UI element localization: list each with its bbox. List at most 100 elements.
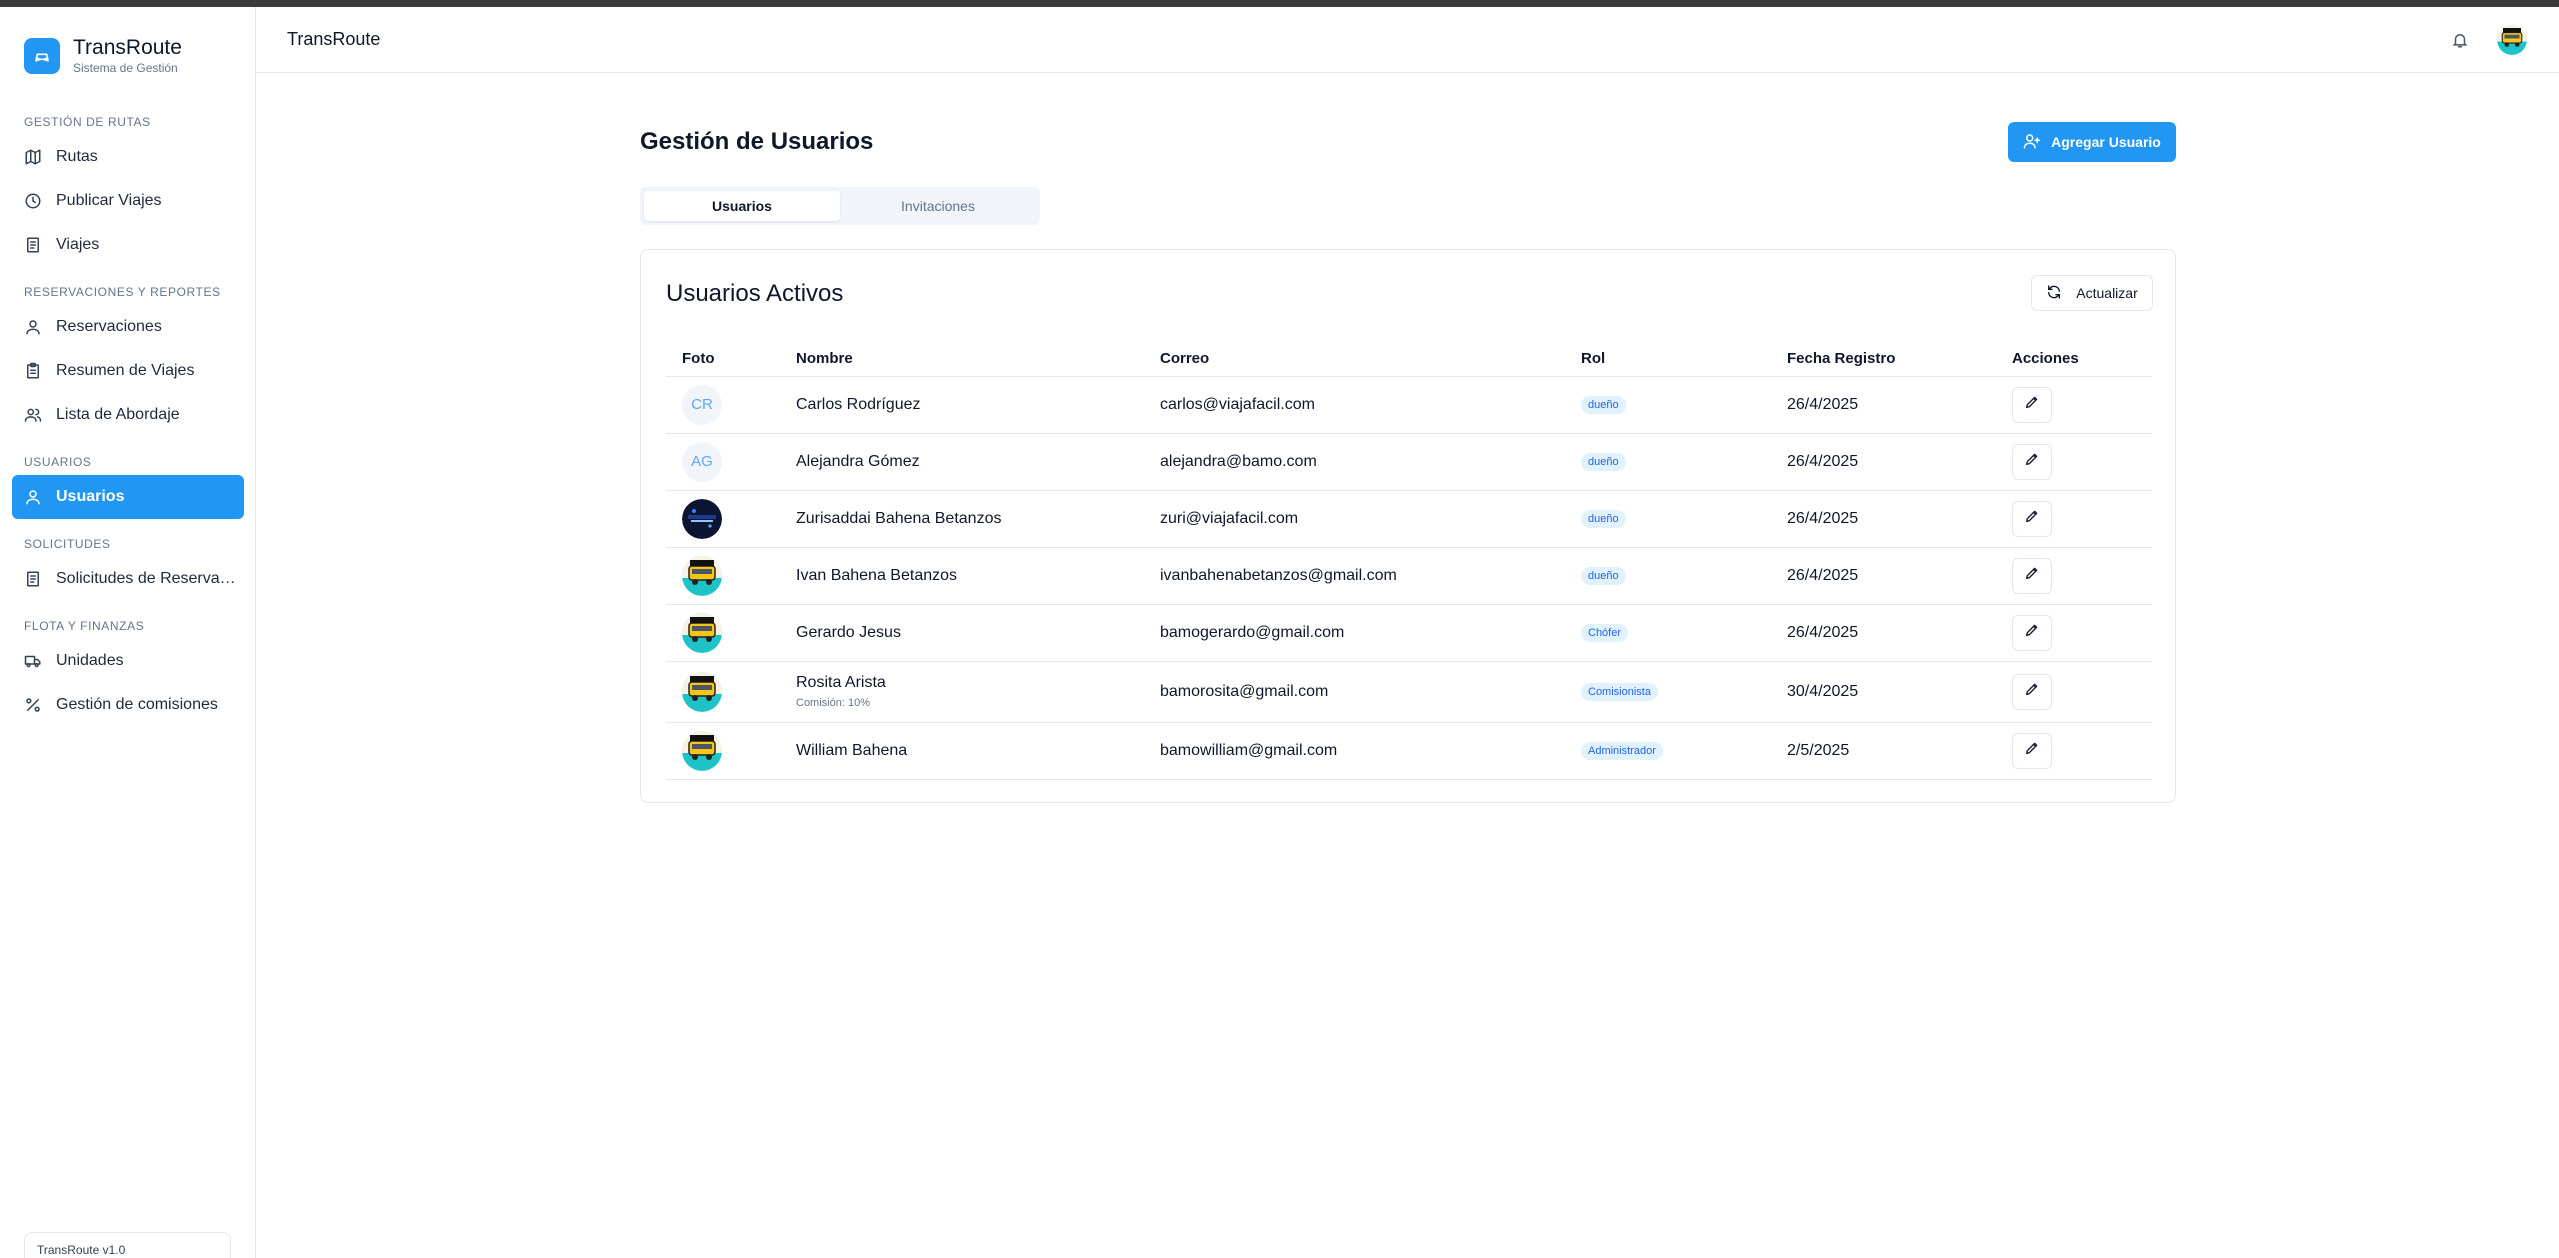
column-header-foto: Foto bbox=[666, 342, 780, 377]
bamo-logo-photo bbox=[682, 555, 722, 596]
user-name: Carlos Rodríguez bbox=[780, 376, 1144, 434]
sidebar-item-rutas[interactable]: Rutas bbox=[12, 135, 244, 179]
user-email: bamogerardo@gmail.com bbox=[1144, 604, 1565, 662]
add-user-label: Agregar Usuario bbox=[2051, 134, 2161, 150]
sidebar-item-label: Rutas bbox=[56, 148, 98, 165]
edit-button[interactable] bbox=[2012, 673, 2052, 710]
role-badge: dueño bbox=[1581, 396, 1626, 414]
bamo-logo-photo bbox=[682, 612, 722, 653]
clock-icon bbox=[24, 192, 42, 210]
sidebar-item-reservaciones[interactable]: Reservaciones bbox=[12, 305, 244, 349]
user-name: William Bahena bbox=[780, 722, 1144, 780]
sidebar-item-label: Usuarios bbox=[56, 488, 125, 505]
role-badge: dueño bbox=[1581, 567, 1626, 585]
edit-button[interactable] bbox=[2012, 443, 2052, 480]
user-email: zuri@viajafacil.com bbox=[1144, 490, 1565, 548]
edit-button[interactable] bbox=[2012, 557, 2052, 594]
tab-usuarios[interactable]: Usuarios bbox=[644, 191, 840, 221]
edit-button[interactable] bbox=[2012, 386, 2052, 423]
pencil-icon bbox=[2024, 394, 2040, 415]
sidebar-item-label: Publicar Viajes bbox=[56, 192, 162, 209]
tab-invitaciones[interactable]: Invitaciones bbox=[840, 191, 1036, 221]
section-title-solicitudes: SOLICITUDES bbox=[24, 537, 111, 551]
registration-date: 26/4/2025 bbox=[1771, 376, 1996, 434]
card-title: Usuarios Activos bbox=[666, 280, 844, 307]
registration-date: 2/5/2025 bbox=[1771, 722, 1996, 780]
table-row: AG Alejandra Gómez alejandra@bamo.com du… bbox=[666, 433, 2152, 491]
sidebar-item-label: Gestión de comisiones bbox=[56, 696, 218, 713]
sidebar-item-label: Viajes bbox=[56, 236, 100, 253]
user-email: ivanbahenabetanzos@gmail.com bbox=[1144, 547, 1565, 605]
user-name: Gerardo Jesus bbox=[780, 604, 1144, 662]
sidebar-item-solicitudes[interactable]: Solicitudes de Reservación bbox=[12, 557, 244, 601]
role-badge: dueño bbox=[1581, 453, 1626, 471]
users-table: Foto Nombre Correo Rol Fecha Registro Ac… bbox=[666, 342, 2152, 780]
app-name: TransRoute bbox=[73, 36, 182, 59]
sidebar-item-label: Solicitudes de Reservación bbox=[56, 570, 236, 587]
table-row: CR Carlos Rodríguez carlos@viajafacil.co… bbox=[666, 376, 2152, 434]
table-row: Zurisaddai Bahena Betanzos zuri@viajafac… bbox=[666, 490, 2152, 548]
truck-icon bbox=[24, 652, 42, 670]
column-header-correo: Correo bbox=[1144, 342, 1565, 377]
column-header-acciones: Acciones bbox=[1996, 342, 2152, 377]
add-user-button[interactable]: Agregar Usuario bbox=[2008, 122, 2176, 162]
bell-icon[interactable] bbox=[2451, 31, 2471, 51]
sidebar-item-label: Unidades bbox=[56, 652, 124, 669]
clipboard-icon bbox=[24, 362, 42, 380]
section-title-usuarios: USUARIOS bbox=[24, 455, 92, 469]
table-row: Rosita Arista Comisión: 10% bamorosita@g… bbox=[666, 661, 2152, 723]
sidebar-item-comisiones[interactable]: Gestión de comisiones bbox=[12, 683, 244, 727]
avatar-initials: CR bbox=[682, 384, 722, 425]
users-card: Usuarios Activos Actualizar Foto Nombre … bbox=[640, 249, 2176, 803]
pencil-icon bbox=[2024, 565, 2040, 586]
percent-icon bbox=[24, 696, 42, 714]
user-photo bbox=[682, 498, 722, 539]
pencil-icon bbox=[2024, 740, 2040, 761]
map-icon bbox=[24, 148, 42, 166]
user-email: bamowilliam@gmail.com bbox=[1144, 722, 1565, 780]
sidebar-item-publicar-viajes[interactable]: Publicar Viajes bbox=[12, 179, 244, 223]
user-plus-icon bbox=[2023, 132, 2041, 153]
section-title-rutas: GESTIÓN DE RUTAS bbox=[24, 115, 151, 129]
user-name: Alejandra Gómez bbox=[780, 433, 1144, 491]
registration-date: 26/4/2025 bbox=[1771, 547, 1996, 605]
bamo-logo-photo bbox=[682, 730, 722, 771]
edit-button[interactable] bbox=[2012, 500, 2052, 537]
edit-button[interactable] bbox=[2012, 614, 2052, 651]
sidebar-item-label: Lista de Abordaje bbox=[56, 406, 180, 423]
registration-date: 26/4/2025 bbox=[1771, 604, 1996, 662]
user-icon bbox=[24, 318, 42, 336]
sidebar-item-viajes[interactable]: Viajes bbox=[12, 223, 244, 267]
sidebar-item-unidades[interactable]: Unidades bbox=[12, 639, 244, 683]
column-header-fecha: Fecha Registro bbox=[1771, 342, 1996, 377]
refresh-label: Actualizar bbox=[2076, 285, 2138, 301]
car-icon bbox=[24, 38, 60, 74]
pencil-icon bbox=[2024, 622, 2040, 643]
avatar-initials: AG bbox=[682, 441, 722, 482]
sidebar-item-lista-abordaje[interactable]: Lista de Abordaje bbox=[12, 393, 244, 437]
receipt-icon bbox=[24, 570, 42, 588]
sidebar-item-label: Resumen de Viajes bbox=[56, 362, 195, 379]
user-email: bamorosita@gmail.com bbox=[1144, 661, 1565, 723]
bamo-logo-photo bbox=[682, 671, 722, 712]
table-row: Gerardo Jesus bamogerardo@gmail.com Chóf… bbox=[666, 604, 2152, 662]
pencil-icon bbox=[2024, 681, 2040, 702]
edit-button[interactable] bbox=[2012, 732, 2052, 769]
sidebar-item-resumen-viajes[interactable]: Resumen de Viajes bbox=[12, 349, 244, 393]
header-title: TransRoute bbox=[287, 29, 381, 49]
column-header-rol: Rol bbox=[1565, 342, 1771, 377]
refresh-button[interactable]: Actualizar bbox=[2031, 275, 2153, 311]
refresh-icon bbox=[2046, 284, 2062, 303]
window-top-strip bbox=[0, 0, 2559, 7]
receipt-icon bbox=[24, 236, 42, 254]
users-icon bbox=[24, 406, 42, 424]
section-title-flota: FLOTA Y FINANZAS bbox=[24, 619, 145, 633]
sidebar-item-usuarios[interactable]: Usuarios bbox=[12, 475, 244, 519]
top-header: TransRoute bbox=[256, 7, 2559, 73]
role-badge: Administrador bbox=[1581, 742, 1663, 760]
role-badge: Chófer bbox=[1581, 624, 1629, 642]
brand[interactable]: TransRoute Sistema de Gestión bbox=[24, 36, 182, 76]
role-badge: Comisionista bbox=[1581, 683, 1658, 701]
sidebar-item-label: Reservaciones bbox=[56, 318, 162, 335]
user-avatar[interactable] bbox=[2497, 25, 2527, 55]
